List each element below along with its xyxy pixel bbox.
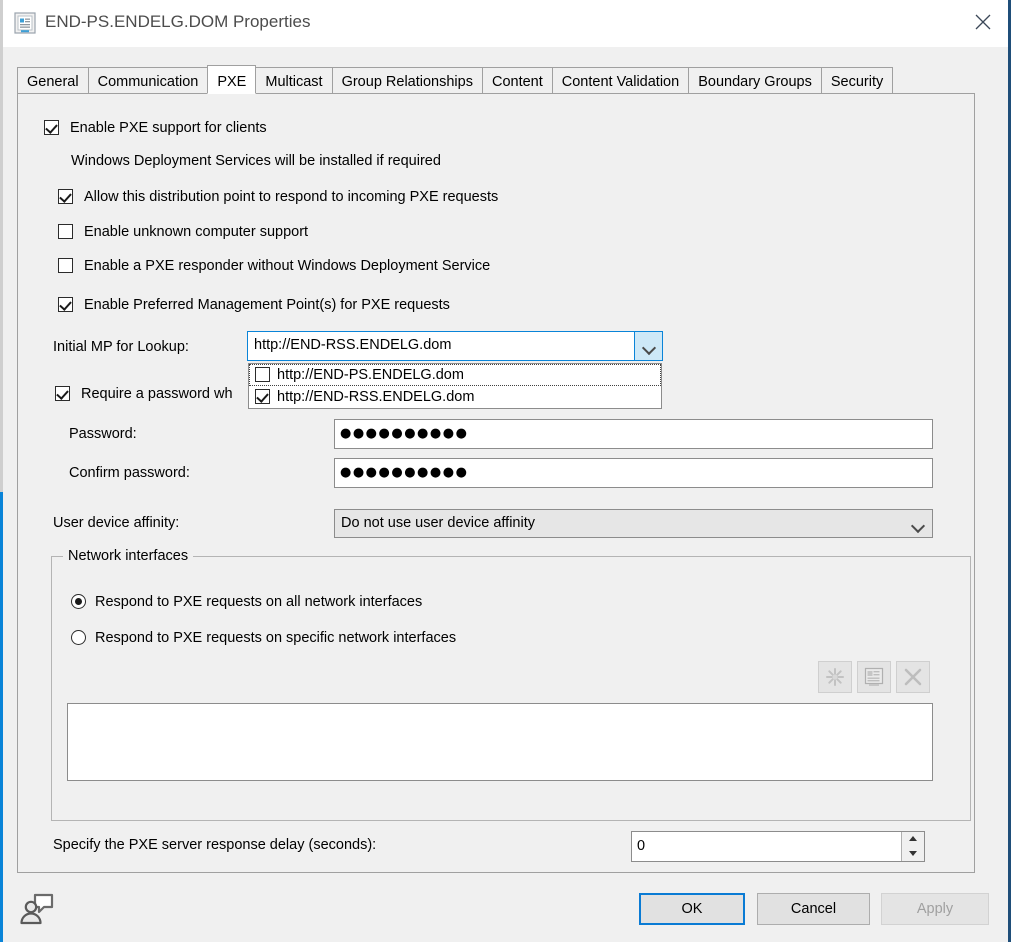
- dropdown-item-checkbox[interactable]: [255, 367, 270, 382]
- label-user-device-affinity: User device affinity:: [53, 515, 179, 531]
- combo-user-device-affinity-value: Do not use user device affinity: [341, 515, 535, 531]
- dropdown-item-1[interactable]: http://END-RSS.ENDELG.dom: [249, 386, 661, 408]
- pxe-response-delay-value: 0: [637, 832, 645, 861]
- ok-button[interactable]: OK: [639, 893, 745, 925]
- label-password: Password:: [69, 426, 137, 442]
- dropdown-item-label: http://END-PS.ENDELG.dom: [277, 366, 464, 384]
- input-pxe-response-delay[interactable]: 0: [631, 831, 925, 862]
- delete-interface-button[interactable]: [896, 661, 930, 693]
- network-interfaces-list[interactable]: [67, 703, 933, 781]
- tab-label: Group Relationships: [342, 74, 473, 90]
- label-pxe-responder-without-wds: Enable a PXE responder without Windows D…: [84, 258, 490, 274]
- tab-content-validation[interactable]: Content Validation: [552, 67, 689, 94]
- apply-button-label: Apply: [917, 901, 953, 917]
- tab-security[interactable]: Security: [821, 67, 893, 94]
- radio-all-network-interfaces[interactable]: [71, 594, 86, 609]
- properties-document-icon: [863, 666, 885, 688]
- chevron-down-icon[interactable]: [634, 332, 662, 360]
- tab-label: Communication: [98, 74, 199, 90]
- distribution-point-icon: [13, 11, 37, 35]
- combo-initial-mp[interactable]: http://END-RSS.ENDELG.dom: [247, 331, 663, 361]
- tab-label: PXE: [217, 74, 246, 90]
- tab-pxe[interactable]: PXE: [207, 65, 256, 94]
- chevron-down-icon[interactable]: [904, 510, 932, 537]
- dropdown-item-checkbox[interactable]: [255, 389, 270, 404]
- tab-label: Security: [831, 74, 883, 90]
- page-title: END-PS.ENDELG.DOM Properties: [45, 12, 310, 32]
- window-left-edge-top: [0, 0, 3, 492]
- checkbox-enable-pxe[interactable]: [44, 120, 59, 135]
- checkbox-allow-respond[interactable]: [58, 189, 73, 204]
- checkbox-pxe-responder-without-wds[interactable]: [58, 258, 73, 273]
- label-specific-network-interfaces: Respond to PXE requests on specific netw…: [95, 630, 456, 646]
- spinner-buttons[interactable]: [901, 832, 924, 861]
- user-feedback-icon[interactable]: [18, 888, 58, 928]
- checkbox-require-password[interactable]: [55, 386, 70, 401]
- radio-specific-network-interfaces[interactable]: [71, 630, 86, 645]
- dropdown-item-0[interactable]: http://END-PS.ENDELG.dom: [249, 364, 661, 386]
- label-require-password: Require a password wh: [81, 386, 233, 402]
- label-all-network-interfaces: Respond to PXE requests on all network i…: [95, 594, 422, 610]
- tab-strip: General Communication PXE Multicast Grou…: [17, 67, 975, 94]
- label-unknown-computer-support: Enable unknown computer support: [84, 224, 308, 240]
- close-button[interactable]: [958, 0, 1008, 44]
- label-initial-mp: Initial MP for Lookup:: [53, 339, 189, 355]
- combo-initial-mp-value: http://END-RSS.ENDELG.dom: [254, 337, 451, 353]
- tab-label: Boundary Groups: [698, 74, 812, 90]
- new-starburst-icon: [824, 666, 846, 688]
- tab-label: Content Validation: [562, 74, 679, 90]
- title-bar: END-PS.ENDELG.DOM Properties: [3, 0, 1008, 47]
- dropdown-list-initial-mp[interactable]: http://END-PS.ENDELG.dom http://END-RSS.…: [248, 363, 662, 409]
- tab-general[interactable]: General: [17, 67, 89, 94]
- label-preferred-management-point: Enable Preferred Management Point(s) for…: [84, 297, 450, 313]
- input-password[interactable]: ●●●●●●●●●●: [334, 419, 933, 449]
- tab-communication[interactable]: Communication: [88, 67, 209, 94]
- tab-label: Multicast: [265, 74, 322, 90]
- new-interface-button[interactable]: [818, 661, 852, 693]
- tab-multicast[interactable]: Multicast: [255, 67, 332, 94]
- checkbox-preferred-management-point[interactable]: [58, 297, 73, 312]
- tab-label: Content: [492, 74, 543, 90]
- group-network-interfaces-title: Network interfaces: [63, 548, 193, 564]
- interface-properties-button[interactable]: [857, 661, 891, 693]
- spinner-up-icon[interactable]: [902, 832, 924, 846]
- close-icon: [975, 14, 991, 30]
- delete-x-icon: [902, 666, 924, 688]
- apply-button[interactable]: Apply: [881, 893, 989, 925]
- tab-group-relationships[interactable]: Group Relationships: [332, 67, 483, 94]
- checkbox-unknown-computer-support[interactable]: [58, 224, 73, 239]
- label-confirm-password: Confirm password:: [69, 465, 190, 481]
- label-enable-pxe: Enable PXE support for clients: [70, 120, 267, 136]
- cancel-button-label: Cancel: [791, 901, 836, 917]
- cancel-button[interactable]: Cancel: [757, 893, 870, 925]
- dropdown-item-label: http://END-RSS.ENDELG.dom: [277, 388, 474, 406]
- label-allow-respond: Allow this distribution point to respond…: [84, 189, 498, 205]
- tab-label: General: [27, 74, 79, 90]
- tab-boundary-groups[interactable]: Boundary Groups: [688, 67, 822, 94]
- label-pxe-response-delay: Specify the PXE server response delay (s…: [53, 837, 376, 853]
- combo-user-device-affinity[interactable]: Do not use user device affinity: [334, 509, 933, 538]
- properties-dialog-window: END-PS.ENDELG.DOM Properties General Com…: [0, 0, 1011, 942]
- input-confirm-password[interactable]: ●●●●●●●●●●: [334, 458, 933, 488]
- wds-install-note: Windows Deployment Services will be inst…: [71, 153, 441, 169]
- tab-content[interactable]: Content: [482, 67, 553, 94]
- window-left-edge-accent: [0, 492, 3, 942]
- spinner-down-icon[interactable]: [902, 847, 924, 861]
- ok-button-label: OK: [682, 901, 703, 917]
